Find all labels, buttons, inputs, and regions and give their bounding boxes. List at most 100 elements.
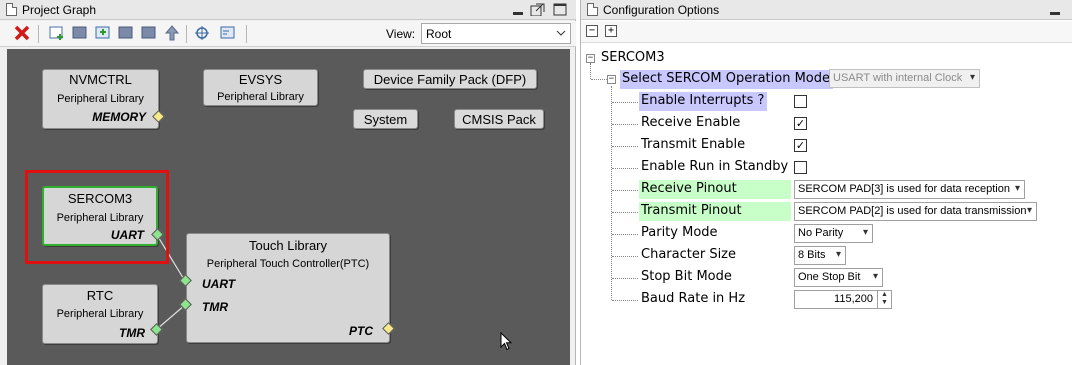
label-character-size: Character Size — [641, 247, 736, 262]
graph-toolbar: View: Root — [0, 21, 576, 47]
operation-mode-select: USART with internal Clock ▾ — [829, 69, 980, 88]
label-parity-mode: Parity Mode — [641, 225, 718, 240]
collapse-all-icon[interactable]: − — [586, 25, 598, 37]
chevron-down-icon: ▾ — [835, 249, 841, 260]
node-rtc[interactable]: RTC Peripheral Library TMR — [42, 284, 158, 344]
stop-bit-mode-select[interactable]: One Stop Bit ▾ — [794, 268, 883, 287]
tree-line — [612, 278, 638, 279]
layout-icon[interactable] — [220, 25, 236, 41]
node-label: Device Family Pack (DFP) — [373, 72, 527, 87]
character-size-value: 8 Bits — [798, 249, 826, 261]
chevron-down-icon: ▾ — [1026, 205, 1032, 216]
node-title: NVMCTRL — [69, 72, 132, 87]
label-baud-rate: Baud Rate in Hz — [641, 291, 746, 306]
enable-interrupts-checkbox[interactable] — [794, 95, 807, 108]
stop-bit-mode-value: One Stop Bit — [798, 271, 861, 283]
node-title: RTC — [86, 288, 114, 303]
port-label: UART — [202, 277, 236, 291]
tree-line — [612, 212, 638, 213]
project-graph-titlebar: Project Graph — [0, 0, 576, 20]
port-label: TMR — [119, 326, 145, 340]
receive-pinout-select[interactable]: SERCOM PAD[3] is used for data reception… — [794, 180, 1025, 199]
view-select-value: Root — [426, 27, 452, 41]
grid2-icon[interactable] — [118, 25, 134, 41]
grid3-icon[interactable] — [141, 25, 157, 41]
chevron-down-icon: ▾ — [969, 72, 975, 83]
float-window-icon[interactable] — [530, 3, 545, 16]
chevron-down-icon: ▾ — [872, 271, 878, 282]
add-library-icon[interactable] — [95, 25, 111, 41]
collapse-icon[interactable]: − — [607, 75, 616, 84]
label-receive-enable: Receive Enable — [641, 115, 741, 130]
chevron-down-icon — [556, 30, 566, 36]
run-in-standby-checkbox[interactable] — [794, 161, 807, 174]
node-title: Touch Library — [248, 238, 328, 253]
label-transmit-pinout: Transmit Pinout — [639, 202, 791, 221]
toolbar-separator — [246, 25, 247, 43]
node-system[interactable]: System — [353, 109, 418, 129]
receive-pinout-value: SERCOM PAD[3] is used for data reception — [798, 183, 1010, 195]
parity-mode-value: No Parity — [798, 227, 844, 239]
delete-icon[interactable] — [14, 25, 30, 41]
operation-mode-value: USART with internal Clock — [833, 72, 963, 84]
view-label: View: — [386, 27, 416, 41]
node-subtitle: Peripheral Touch Controller(PTC) — [206, 258, 370, 270]
node-title: EVSYS — [238, 72, 283, 87]
baud-rate-spinner[interactable]: 115,200 ▲ ▼ — [794, 290, 892, 309]
node-evsys[interactable]: EVSYS Peripheral Library — [203, 69, 318, 106]
project-graph-panel: Project Graph View: Root NVMCTRL Periphe… — [0, 0, 576, 365]
label-receive-pinout: Receive Pinout — [639, 180, 791, 199]
label-transmit-enable: Transmit Enable — [641, 137, 746, 152]
label-enable-run-in-standby: Enable Run in Standby — [641, 159, 789, 174]
tree-line — [612, 168, 638, 169]
node-subtitle: Peripheral Library — [56, 308, 144, 320]
panel-title: Project Graph — [22, 3, 97, 17]
tree-line — [612, 146, 638, 147]
tree-line — [591, 79, 607, 80]
node-label: CMSIS Pack — [462, 112, 536, 127]
tree-line — [612, 124, 638, 125]
node-touch-library[interactable]: Touch Library Peripheral Touch Controlle… — [186, 233, 390, 343]
tree-line — [612, 234, 638, 235]
new-node-icon[interactable] — [49, 25, 65, 41]
spinner-arrows-icon[interactable]: ▲ ▼ — [877, 291, 891, 308]
tree-line — [612, 102, 638, 103]
tree-root-sercom3: SERCOM3 — [601, 50, 665, 65]
parity-mode-select[interactable]: No Parity ▾ — [794, 224, 873, 243]
tree-line — [612, 256, 638, 257]
document-icon — [6, 3, 17, 16]
node-subtitle: Peripheral Library — [217, 91, 304, 103]
target-icon[interactable] — [194, 25, 210, 41]
receive-enable-checkbox[interactable]: ✓ — [794, 117, 807, 130]
character-size-select[interactable]: 8 Bits ▾ — [794, 246, 846, 265]
document-icon — [587, 3, 598, 16]
node-device-family-pack[interactable]: Device Family Pack (DFP) — [363, 69, 537, 89]
label-enable-interrupts: Enable Interrupts ? — [639, 92, 768, 111]
tree-line — [612, 300, 638, 301]
port-label: MEMORY — [92, 110, 146, 124]
transmit-pinout-select[interactable]: SERCOM PAD[2] is used for data transmiss… — [794, 202, 1037, 221]
transmit-enable-checkbox[interactable]: ✓ — [794, 139, 807, 152]
configuration-options-panel: Configuration Options − + − SERCOM3 − Se… — [580, 0, 1072, 365]
chevron-down-icon: ▾ — [862, 227, 868, 238]
grid-icon[interactable] — [72, 25, 88, 41]
tree-line — [611, 86, 612, 300]
expand-all-icon[interactable]: + — [605, 25, 617, 37]
node-cmsis-pack[interactable]: CMSIS Pack — [454, 109, 544, 129]
minimize-icon[interactable] — [512, 3, 524, 16]
minimize-icon[interactable] — [1049, 3, 1061, 16]
configuration-toolbar: − + — [581, 21, 1072, 43]
configuration-titlebar: Configuration Options — [581, 0, 1072, 20]
maximize-icon[interactable] — [553, 3, 567, 16]
collapse-icon[interactable]: − — [586, 54, 595, 63]
node-subtitle: Peripheral Library — [57, 93, 144, 105]
label-select-sercom-operation-mode: Select SERCOM Operation Mode — [620, 70, 833, 89]
arrow-up-icon[interactable] — [164, 25, 180, 41]
mouse-cursor-icon — [500, 332, 513, 351]
view-select[interactable]: Root — [421, 23, 571, 44]
tree-line — [612, 190, 638, 191]
node-label: System — [363, 112, 408, 127]
tree-line — [590, 63, 591, 79]
chevron-down-icon: ▾ — [1014, 183, 1020, 194]
node-nvmctrl[interactable]: NVMCTRL Peripheral Library MEMORY — [42, 69, 159, 129]
